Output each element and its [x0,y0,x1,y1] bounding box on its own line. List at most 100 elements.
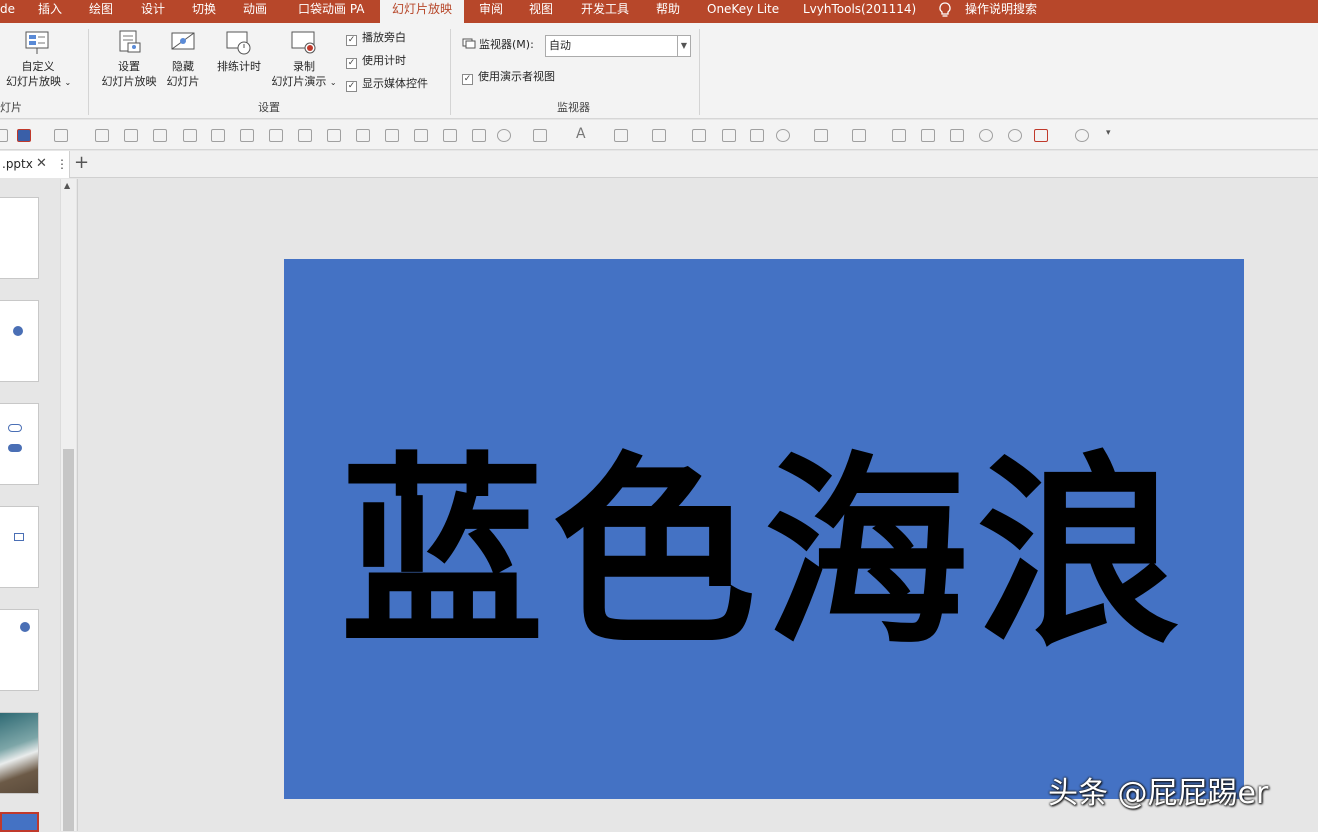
shape-outline-icon[interactable] [533,129,547,142]
customize-toolbar-icon[interactable]: ▾ [1106,128,1111,138]
font-color-icon[interactable]: A [576,126,586,142]
crop-icon[interactable] [54,129,68,142]
record-label-1: 录制 [293,60,315,73]
rehearse-timings-label: 排练计时 [217,60,261,73]
shape-icon[interactable] [497,129,511,142]
slide-thumbnail[interactable] [0,403,39,485]
thumbnail-graphic-icon [8,444,22,452]
align-bottom-icon[interactable] [414,129,428,142]
tab-transitions[interactable]: 切换 [192,0,216,23]
checkbox-check-icon: ✓ [462,74,473,85]
tab-animations[interactable]: 动画 [243,0,267,23]
slide-thumbnail[interactable] [0,712,39,794]
tab-slideshow[interactable]: 幻灯片放映 [380,0,465,23]
align-middle-icon[interactable] [327,129,341,142]
eyedropper-icon[interactable] [722,129,736,142]
selection-pane-icon[interactable] [892,129,906,142]
custom-slideshow-label-2: 幻灯片放映 [6,75,61,88]
thumbnail-graphic-icon [13,326,23,336]
circle-icon[interactable] [979,129,993,142]
arrange-icon[interactable] [921,129,935,142]
distribute-icon[interactable] [211,129,225,142]
use-presenter-view-checkbox[interactable]: ✓ 使用演示者视图 [462,69,555,85]
effects-icon[interactable] [750,129,764,142]
show-media-controls-label: 显示媒体控件 [362,77,428,90]
format-painter-icon[interactable] [692,129,706,142]
ribbon: 自定义 幻灯片放映 ⌄ 灯片 设置 幻灯片放映 隐藏 幻灯片 排练计时 录制 幻… [0,23,1318,119]
slide-thumbnail[interactable] [0,609,39,691]
ungroup-icon[interactable] [124,129,138,142]
tab-view[interactable]: 视图 [529,0,553,23]
toolbar-icon[interactable] [0,129,8,142]
slide-thumbnail[interactable] [0,197,39,279]
pen-icon[interactable] [652,129,666,142]
fill-bucket-icon[interactable] [614,129,628,142]
monitor-select-value: 自动 [549,39,571,52]
use-timings-label: 使用计时 [362,54,406,67]
thumbnail-scrollbar[interactable]: ▲ [60,179,76,831]
tab-review[interactable]: 审阅 [479,0,503,23]
monitor-select[interactable]: 自动 ▼ [545,35,691,57]
quick-access-toolbar: A ▾ [0,120,1318,150]
align-center-icon[interactable] [356,129,370,142]
new-tab-plus-icon[interactable]: + [74,152,89,173]
align-right-icon[interactable] [269,129,283,142]
monitors-group-label: 监视器 [557,101,590,114]
use-timings-checkbox[interactable]: ✓ 使用计时 [346,53,406,69]
slide-thumbnail[interactable] [0,506,39,588]
rehearse-timings-button[interactable]: 排练计时 [213,29,265,74]
tab-lvyhtools[interactable]: LvyhTools(201114) [803,0,916,23]
tab-home[interactable]: de [0,0,15,23]
tab-onekey-lite[interactable]: OneKey Lite [707,0,779,23]
crop-tool-icon[interactable] [852,129,866,142]
tab-pocket-animation[interactable]: 口袋动画 PA [298,0,365,23]
record-slideshow-button[interactable]: 录制 幻灯片演示 ⌄ [268,29,340,90]
shape-merge-icon[interactable] [776,129,790,142]
tell-me-search[interactable]: 操作说明搜索 [965,0,1037,23]
resize-icon[interactable] [950,129,964,142]
textbox-icon[interactable] [472,129,486,142]
hide-slide-icon [168,29,198,57]
show-media-controls-checkbox[interactable]: ✓ 显示媒体控件 [346,76,428,92]
circle-icon[interactable] [1075,129,1089,142]
slide-thumbnail-selected[interactable] [0,812,39,832]
thumbnail-graphic-icon [20,622,30,632]
rotate-icon[interactable] [814,129,828,142]
group-icon[interactable] [95,129,109,142]
tab-developer[interactable]: 开发工具 [581,0,629,23]
align-top-icon[interactable] [298,129,312,142]
slide-title-text[interactable]: 蓝色海浪 [284,259,1244,799]
tab-help[interactable]: 帮助 [656,0,680,23]
thumbnail-graphic-icon [8,424,22,432]
bring-forward-icon[interactable] [153,129,167,142]
fill-color-icon[interactable] [17,129,31,142]
close-icon[interactable]: ✕ [36,151,47,177]
scrollbar-thumb[interactable] [63,449,74,831]
hide-slide-label-2: 幻灯片 [166,75,200,88]
tab-design[interactable]: 设计 [141,0,165,23]
tab-insert[interactable]: 插入 [38,0,62,23]
select-objects-icon[interactable] [1034,129,1048,142]
picture-icon[interactable] [443,129,457,142]
custom-slideshow-button[interactable]: 自定义 幻灯片放映 ⌄ [6,29,71,90]
tab-draw[interactable]: 绘图 [89,0,113,23]
send-backward-icon[interactable] [183,129,197,142]
circle-icon[interactable] [1008,129,1022,142]
more-options-icon[interactable]: ⋮ [56,151,68,177]
scroll-up-icon[interactable]: ▲ [64,181,70,190]
align-left-icon[interactable] [240,129,254,142]
play-narrations-checkbox[interactable]: ✓ 播放旁白 [346,30,406,46]
current-slide[interactable]: 蓝色海浪 [284,259,1244,799]
record-label-2: 幻灯片演示 [271,75,327,88]
setup-slideshow-button[interactable]: 设置 幻灯片放映 [99,29,159,89]
checkbox-check-icon: ✓ [346,58,357,69]
checkbox-check-icon: ✓ [346,35,357,46]
slide-thumbnail[interactable] [0,300,39,382]
custom-slideshow-icon [23,29,53,57]
distribute-horizontal-icon[interactable] [385,129,399,142]
document-tab-bar: .pptx ✕ ⋮ + [0,151,1318,178]
monitor-label-text: 监视器(M): [479,38,534,51]
hide-slide-button[interactable]: 隐藏 幻灯片 [163,29,203,89]
document-tab[interactable]: .pptx ✕ ⋮ [0,151,70,178]
stopwatch-icon [224,29,254,57]
